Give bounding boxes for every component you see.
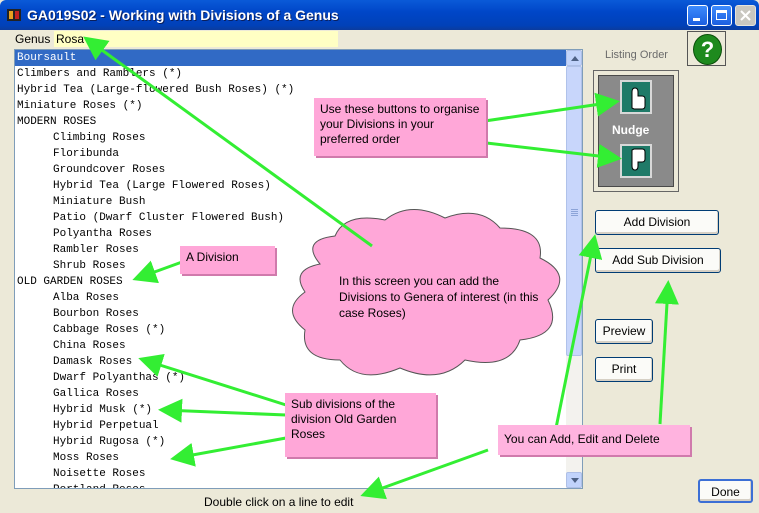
window-title: GA019S02 - Working with Divisions of a G…: [27, 7, 339, 23]
nudge-up-button[interactable]: [620, 80, 652, 114]
help-icon: ?: [693, 34, 722, 65]
close-icon: [740, 10, 751, 21]
list-item[interactable]: Climbers and Ramblers (*): [15, 66, 182, 82]
list-item[interactable]: Hybrid Tea (Large-flowered Bush Roses) (…: [15, 82, 294, 98]
minimize-button[interactable]: [687, 5, 708, 26]
list-item[interactable]: Bourbon Roses: [15, 306, 139, 322]
sub-division-annotation: Sub divisions of the division Old Garden…: [285, 393, 436, 457]
close-button[interactable]: [735, 5, 756, 26]
list-scrollbar[interactable]: [566, 50, 582, 488]
list-item[interactable]: Rambler Roses: [15, 242, 139, 258]
help-button[interactable]: ?: [687, 31, 726, 66]
list-item[interactable]: Alba Roses: [15, 290, 119, 306]
list-item[interactable]: Boursault: [15, 50, 569, 66]
list-item[interactable]: Gallica Roses: [15, 386, 139, 402]
list-item[interactable]: Noisette Roses: [15, 466, 145, 482]
list-item[interactable]: Hybrid Musk (*): [15, 402, 152, 418]
maximize-button[interactable]: [711, 5, 732, 26]
hand-pointing-down-icon: [631, 148, 646, 171]
hand-pointing-up-icon: [631, 87, 646, 110]
nudge-label: Nudge: [612, 123, 650, 137]
listing-order-label: Listing Order: [605, 49, 668, 61]
list-item[interactable]: Miniature Bush: [15, 194, 145, 210]
list-item[interactable]: Dwarf Polyanthas (*): [15, 370, 185, 386]
add-edit-delete-annotation: You can Add, Edit and Delete: [498, 425, 690, 455]
scroll-up-button[interactable]: [566, 50, 582, 66]
list-item[interactable]: Damask Roses: [15, 354, 132, 370]
add-sub-division-button[interactable]: Add Sub Division: [595, 248, 721, 273]
list-item[interactable]: OLD GARDEN ROSES: [15, 274, 123, 290]
scroll-down-button[interactable]: [566, 472, 582, 488]
preview-button[interactable]: Preview: [595, 319, 653, 344]
list-item[interactable]: Cabbage Roses (*): [15, 322, 165, 338]
list-item[interactable]: Polyantha Roses: [15, 226, 152, 242]
print-button[interactable]: Print: [595, 357, 653, 382]
list-item[interactable]: Patio (Dwarf Cluster Flowered Bush): [15, 210, 284, 226]
list-item[interactable]: Moss Roses: [15, 450, 119, 466]
title-bar[interactable]: GA019S02 - Working with Divisions of a G…: [0, 0, 759, 30]
nudge-annotation: Use these buttons to organise your Divis…: [314, 98, 486, 156]
genus-label: Genus: [15, 32, 51, 46]
list-item[interactable]: Shrub Roses: [15, 258, 126, 274]
list-item[interactable]: Hybrid Perpetual: [15, 418, 159, 434]
scroll-thumb[interactable]: [566, 66, 582, 356]
add-division-button[interactable]: Add Division: [595, 210, 719, 235]
edit-hint: Double click on a line to edit: [204, 495, 354, 509]
list-item[interactable]: Groundcover Roses: [15, 162, 165, 178]
nudge-down-button[interactable]: [620, 144, 652, 178]
genus-field[interactable]: [54, 31, 338, 47]
list-item[interactable]: Hybrid Rugosa (*): [15, 434, 165, 450]
list-item[interactable]: Floribunda: [15, 146, 119, 162]
list-item[interactable]: China Roses: [15, 338, 126, 354]
main-window: GA019S02 - Working with Divisions of a G…: [0, 0, 759, 513]
list-item[interactable]: Climbing Roses: [15, 130, 145, 146]
division-annotation: A Division: [180, 246, 275, 274]
list-item[interactable]: MODERN ROSES: [15, 114, 96, 130]
app-icon: [7, 9, 21, 21]
list-item[interactable]: Miniature Roses (*): [15, 98, 142, 114]
done-button[interactable]: Done: [698, 479, 753, 503]
list-item[interactable]: Portland Roses: [15, 482, 145, 488]
list-item[interactable]: Hybrid Tea (Large Flowered Roses): [15, 178, 271, 194]
cloud-annotation: In this screen you can add the Divisions…: [339, 274, 539, 320]
